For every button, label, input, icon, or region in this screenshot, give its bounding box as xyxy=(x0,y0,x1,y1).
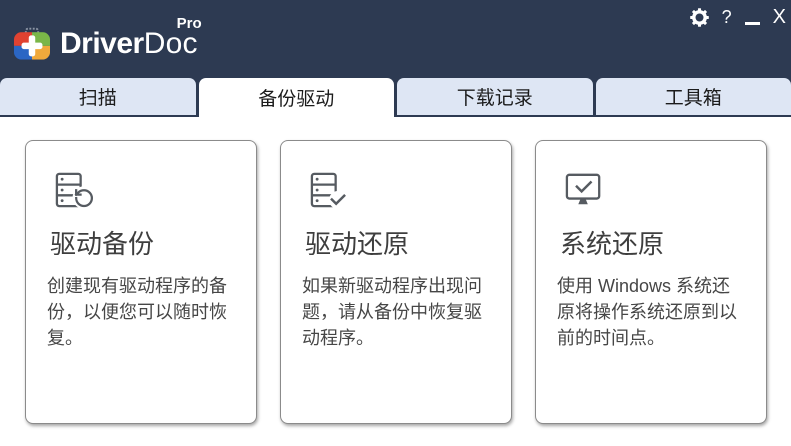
tab-backup-drivers[interactable]: 备份驱动 xyxy=(198,78,394,117)
tab-toolbox[interactable]: 工具箱 xyxy=(595,78,791,115)
card-title: 驱动备份 xyxy=(50,229,155,259)
driver-restore-card[interactable]: 驱动还原 如果新驱动程序出现问题，请从备份中恢复驱动程序。 xyxy=(280,140,512,424)
close-button[interactable]: X xyxy=(773,6,786,29)
driverdoc-logo-icon xyxy=(13,27,51,60)
app-title: DriverDoc Pro xyxy=(60,16,202,60)
system-restore-card[interactable]: 系统还原 使用 Windows 系统还原将操作系统还原到以前的时间点。 xyxy=(535,140,767,424)
settings-button[interactable] xyxy=(689,7,709,27)
brand-driver: Driver xyxy=(60,27,144,60)
app-brand: DriverDoc Pro xyxy=(13,0,202,78)
card-description: 使用 Windows 系统还原将操作系统还原到以前的时间点。 xyxy=(557,276,737,348)
window-controls: ? X xyxy=(689,5,786,29)
driverdoc-window: DriverDoc Pro ? X 扫描 备份驱动 下载记录 工具箱 驱动备份 … xyxy=(0,0,791,446)
card-title: 驱动还原 xyxy=(305,229,410,259)
backup-drivers-panel: 驱动备份 创建现有驱动程序的备份，以便您可以随时恢复。 驱动还原 如果新驱动程序… xyxy=(0,117,791,446)
card-description: 如果新驱动程序出现问题，请从备份中恢复驱动程序。 xyxy=(302,276,482,348)
help-button[interactable]: ? xyxy=(722,7,732,28)
minimize-icon xyxy=(744,22,760,25)
tab-scan[interactable]: 扫描 xyxy=(0,78,196,115)
server-restore-check-icon xyxy=(310,172,348,209)
monitor-check-icon xyxy=(565,173,601,205)
driver-backup-card[interactable]: 驱动备份 创建现有驱动程序的备份，以便您可以随时恢复。 xyxy=(25,140,257,424)
brand-pro-badge: Pro xyxy=(176,15,202,32)
card-row: 驱动备份 创建现有驱动程序的备份，以便您可以随时恢复。 驱动还原 如果新驱动程序… xyxy=(25,140,767,424)
card-description: 创建现有驱动程序的备份，以便您可以随时恢复。 xyxy=(47,276,227,348)
tab-bar: 扫描 备份驱动 下载记录 工具箱 xyxy=(0,78,791,117)
tab-download-history[interactable]: 下载记录 xyxy=(397,78,593,115)
minimize-button[interactable] xyxy=(744,9,760,25)
gear-icon xyxy=(689,7,709,27)
server-backup-icon xyxy=(55,172,95,209)
card-title: 系统还原 xyxy=(560,229,665,259)
title-bar: DriverDoc Pro ? X xyxy=(0,0,791,78)
